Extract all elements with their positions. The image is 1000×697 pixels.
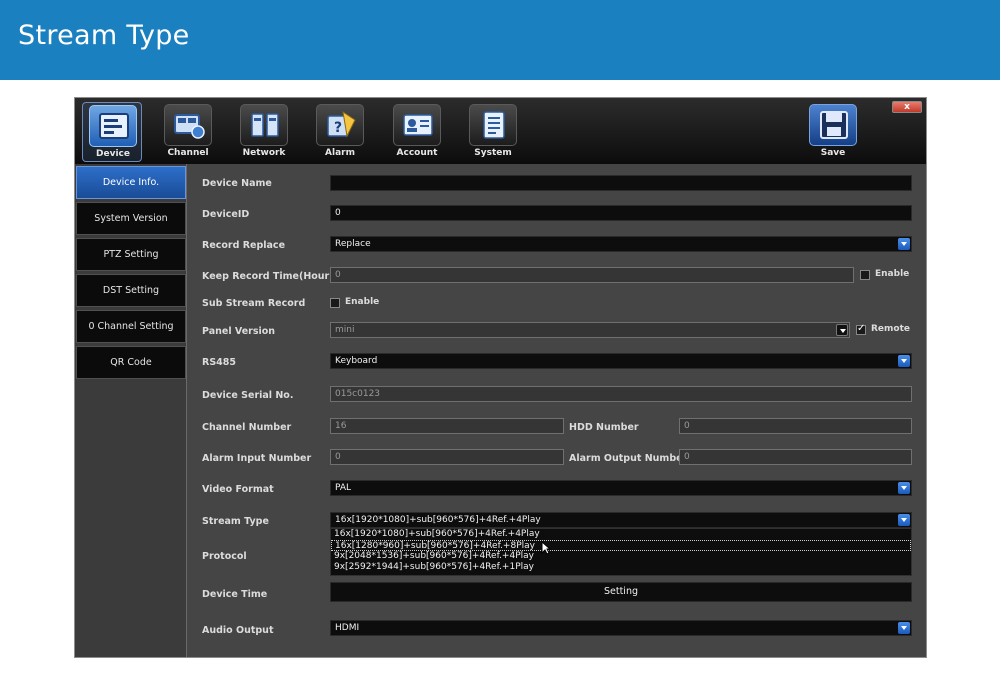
audio-output-label: Audio Output xyxy=(202,625,274,636)
toolbar-device-button[interactable]: Device xyxy=(82,102,142,162)
hdd-number-label: HDD Number xyxy=(569,422,639,433)
channel-number-input[interactable]: 16 xyxy=(330,418,564,434)
slide-header: Stream Type xyxy=(0,0,1000,80)
alarm-output-number-label: Alarm Output Number xyxy=(569,453,688,464)
alarm-icon: ? xyxy=(316,104,364,146)
stream-type-label: Stream Type xyxy=(202,516,269,527)
video-format-value: PAL xyxy=(335,483,352,493)
close-button[interactable]: x xyxy=(892,101,922,113)
toolbar: Device Channel Network ? Alarm Account S… xyxy=(75,98,926,164)
video-format-select[interactable]: PAL xyxy=(330,480,912,496)
account-icon xyxy=(393,104,441,146)
stream-type-option[interactable]: 9x[2592*1944]+sub[960*576]+4Ref.+1Play xyxy=(331,562,911,573)
stream-type-value: 16x[1920*1080]+sub[960*576]+4Ref.+4Play xyxy=(335,515,541,525)
hdd-number-input[interactable]: 0 xyxy=(679,418,912,434)
floppy-disk-icon xyxy=(809,104,857,146)
chevron-down-icon[interactable] xyxy=(898,514,910,526)
stream-type-dropdown-list: 16x[1920*1080]+sub[960*576]+4Ref.+4Play … xyxy=(330,528,912,576)
record-replace-value: Replace xyxy=(335,239,371,249)
audio-output-select[interactable]: HDMI xyxy=(330,620,912,636)
audio-output-value: HDMI xyxy=(335,623,360,633)
toolbar-account-button[interactable]: Account xyxy=(387,102,447,162)
chevron-down-icon[interactable] xyxy=(898,238,910,250)
system-icon xyxy=(469,104,517,146)
stream-type-option[interactable]: 16x[1920*1080]+sub[960*576]+4Ref.+4Play xyxy=(331,529,911,540)
stream-type-option[interactable]: 9x[2048*1536]+sub[960*576]+4Ref.+4Play xyxy=(331,551,911,562)
sidebar-item-system-version[interactable]: System Version xyxy=(76,202,186,235)
rs485-label: RS485 xyxy=(202,357,236,368)
toolbar-system-button[interactable]: System xyxy=(463,102,523,162)
remote-label: Remote xyxy=(871,324,911,334)
device-id-input[interactable]: 0 xyxy=(330,205,912,221)
chevron-down-icon[interactable] xyxy=(836,324,848,336)
toolbar-network-button[interactable]: Network xyxy=(234,102,294,162)
device-name-input[interactable] xyxy=(330,175,912,191)
record-replace-select[interactable]: Replace xyxy=(330,236,912,252)
video-format-label: Video Format xyxy=(202,484,274,495)
toolbar-channel-button[interactable]: Channel xyxy=(158,102,218,162)
device-serial-label: Device Serial No. xyxy=(202,390,294,401)
keep-record-time-input[interactable]: 0 xyxy=(330,267,854,283)
sub-stream-record-label: Sub Stream Record xyxy=(202,298,306,309)
channel-number-label: Channel Number xyxy=(202,422,292,433)
chevron-down-icon[interactable] xyxy=(898,482,910,494)
sidebar-item-qr-code[interactable]: QR Code xyxy=(76,346,186,379)
rs485-value: Keyboard xyxy=(335,356,378,366)
sidebar: Device Info. System Version PTZ Setting … xyxy=(75,164,187,657)
sidebar-item-device-info[interactable]: Device Info. xyxy=(76,166,186,199)
device-serial-input[interactable]: 015c0123 xyxy=(330,386,912,402)
chevron-down-icon[interactable] xyxy=(898,355,910,367)
chevron-down-icon[interactable] xyxy=(898,622,910,634)
rs485-select[interactable]: Keyboard xyxy=(330,353,912,369)
panel-version-label: Panel Version xyxy=(202,326,276,337)
network-icon xyxy=(240,104,288,146)
device-time-label: Device Time xyxy=(202,589,268,600)
sidebar-item-ptz-setting[interactable]: PTZ Setting xyxy=(76,238,186,271)
stream-type-option-highlighted[interactable]: 16x[1280*960]+sub[960*576]+4Ref.+8Play xyxy=(331,540,911,551)
mouse-cursor-icon xyxy=(541,541,551,555)
keep-record-time-label: Keep Record Time(Hour) xyxy=(202,271,334,282)
stream-type-select[interactable]: 16x[1920*1080]+sub[960*576]+4Ref.+4Play xyxy=(330,512,912,528)
device-time-setting-button[interactable]: Setting xyxy=(330,582,912,602)
device-name-label: Device Name xyxy=(202,178,272,189)
device-id-label: DeviceID xyxy=(202,209,250,220)
record-replace-label: Record Replace xyxy=(202,240,286,251)
slide-title: Stream Type xyxy=(18,20,190,51)
svg-text:?: ? xyxy=(334,120,342,136)
alarm-input-number-label: Alarm Input Number xyxy=(202,453,312,464)
device-icon xyxy=(89,105,137,147)
sidebar-item-zero-channel-setting[interactable]: 0 Channel Setting xyxy=(76,310,186,343)
keep-record-enable-label: Enable xyxy=(875,269,910,279)
remote-checkbox[interactable] xyxy=(856,323,866,335)
protocol-label: Protocol xyxy=(202,551,247,562)
keep-record-enable-checkbox[interactable] xyxy=(860,270,870,280)
save-button[interactable]: Save xyxy=(803,102,863,162)
sidebar-item-dst-setting[interactable]: DST Setting xyxy=(76,274,186,307)
toolbar-alarm-button[interactable]: ? Alarm xyxy=(310,102,370,162)
sub-stream-enable-checkbox[interactable] xyxy=(330,298,340,308)
device-info-form: Device Name DeviceID 0 Record Replace Re… xyxy=(188,164,926,657)
alarm-input-number-input[interactable]: 0 xyxy=(330,449,564,465)
panel-version-select[interactable]: mini xyxy=(330,322,850,338)
sub-stream-enable-label: Enable xyxy=(345,297,380,307)
panel-version-value: mini xyxy=(335,325,355,335)
alarm-output-number-input[interactable]: 0 xyxy=(679,449,912,465)
channel-icon xyxy=(164,104,212,146)
dvr-settings-window: Device Channel Network ? Alarm Account S… xyxy=(74,97,927,658)
